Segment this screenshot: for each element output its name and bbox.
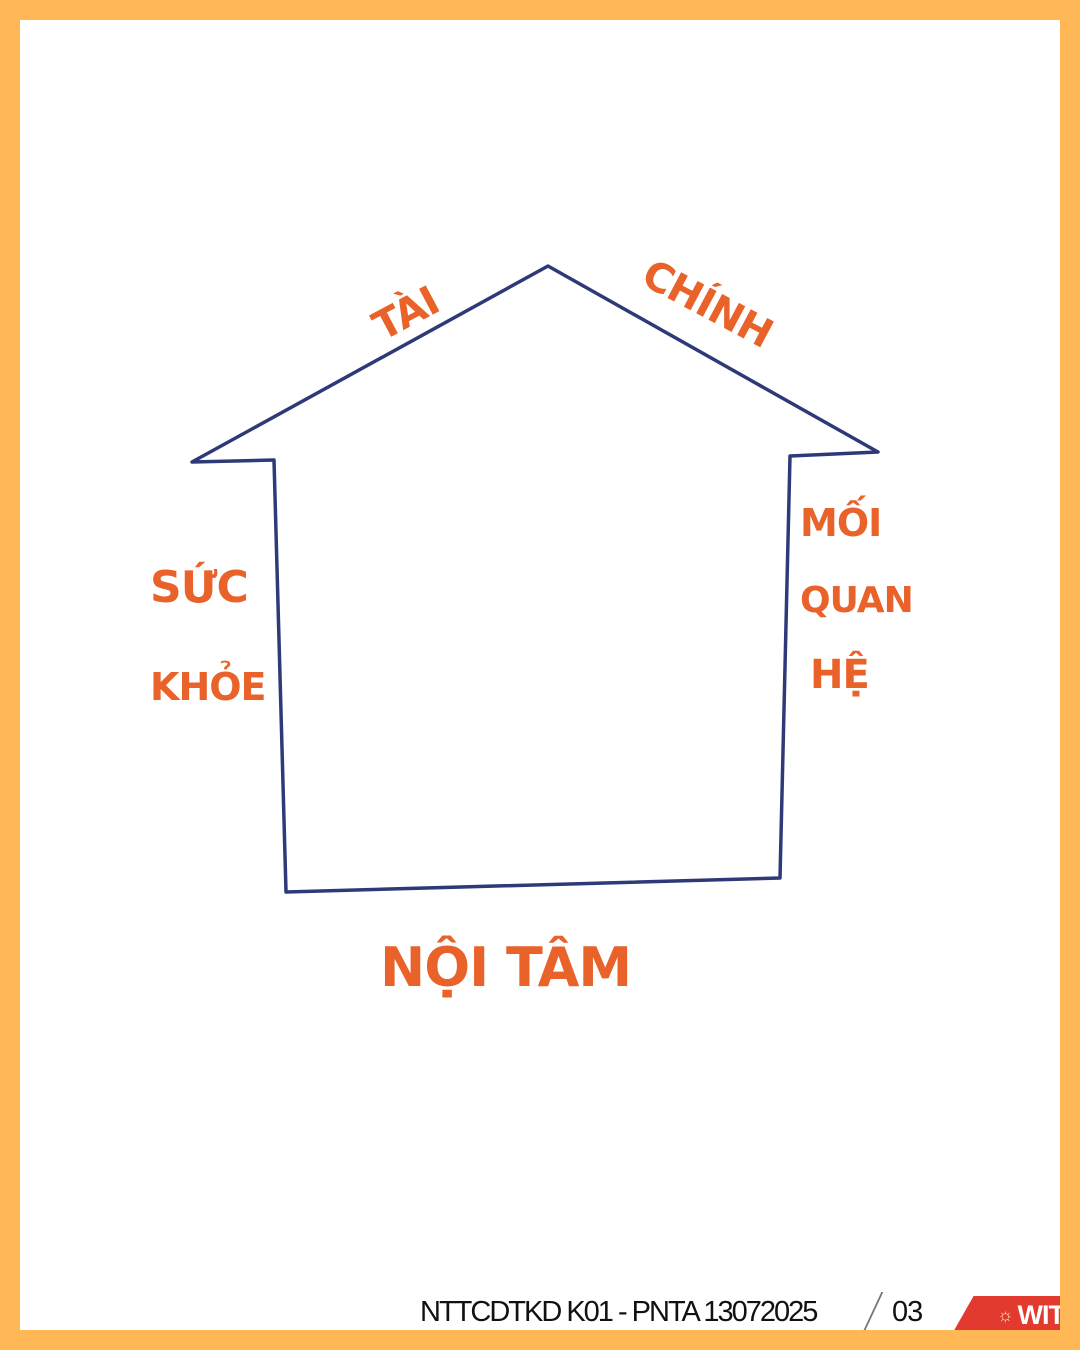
- house-outline: [190, 264, 880, 894]
- label-chinh: CHÍNH: [635, 249, 781, 357]
- label-noi-tam: NỘI TÂM: [380, 936, 631, 999]
- page-number: 03: [892, 1296, 923, 1328]
- label-khoe: KHỎE: [150, 661, 266, 709]
- footer-caption: NTTCDTKD K01 - PNTA 13072025: [420, 1296, 818, 1328]
- sun-icon: ☼: [997, 1304, 1014, 1325]
- content-panel: TÀI CHÍNH SỨC KHỎE MỐI QUAN HỆ NỘI TÂM N…: [20, 20, 1060, 1330]
- label-suc: SỨC: [150, 560, 248, 613]
- label-he: HỆ: [810, 650, 869, 698]
- logo-text: WIT: [1017, 1299, 1060, 1330]
- label-tai: TÀI: [365, 276, 447, 350]
- label-moi: MỐI: [800, 496, 881, 545]
- label-quan: QUAN: [800, 580, 913, 621]
- house-diagram: TÀI CHÍNH SỨC KHỎE MỐI QUAN HỆ NỘI TÂM: [150, 249, 914, 999]
